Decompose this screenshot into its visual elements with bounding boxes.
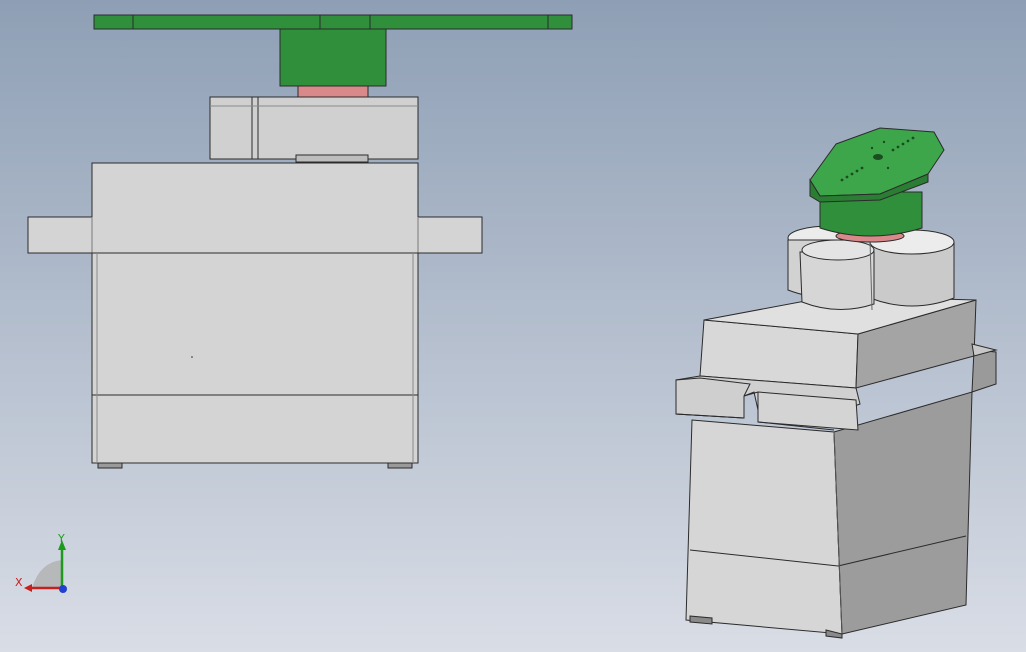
triad-x-label: X bbox=[15, 576, 23, 589]
case-foot bbox=[387, 462, 413, 469]
servo-horn-hub[interactable] bbox=[279, 28, 387, 87]
mount-tab-right[interactable] bbox=[971, 349, 997, 393]
triad-y-label: Y bbox=[58, 532, 65, 545]
servo-horn-arm[interactable] bbox=[93, 14, 573, 30]
graphics-viewport[interactable]: X Y bbox=[0, 0, 1026, 652]
output-shaft[interactable] bbox=[297, 85, 369, 98]
case-foot bbox=[97, 462, 123, 469]
z-axis-dot bbox=[59, 585, 67, 593]
cad-scene[interactable] bbox=[0, 0, 1026, 652]
servo-case[interactable] bbox=[91, 252, 419, 464]
servo-body-front[interactable] bbox=[685, 419, 843, 635]
gear-ring bbox=[295, 154, 369, 163]
servo-upper-housing[interactable] bbox=[27, 162, 483, 254]
